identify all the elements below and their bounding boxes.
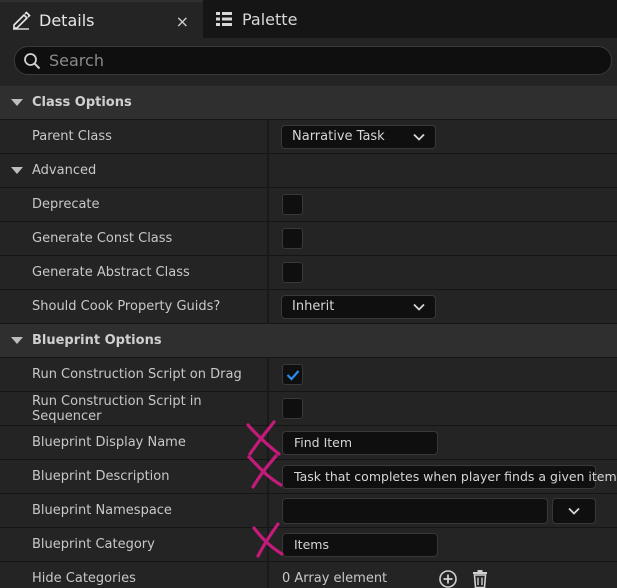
subcategory-label: Advanced (32, 163, 97, 178)
search-icon (24, 52, 41, 69)
property-blueprint-category: Blueprint Category Items (0, 528, 617, 562)
expand-arrow-icon[interactable] (11, 337, 23, 344)
property-should-cook-property-guids: Should Cook Property Guids? Inherit (0, 290, 617, 324)
chevron-down-icon (413, 303, 425, 311)
tab-palette[interactable]: Palette (212, 0, 342, 38)
category-blueprint-options[interactable]: Blueprint Options (0, 324, 617, 358)
property-blueprint-description: Blueprint Description Task that complete… (0, 460, 617, 494)
property-blueprint-namespace: Blueprint Namespace (0, 494, 617, 528)
details-panel: Class Options Parent Class Narrative Tas… (0, 86, 617, 588)
close-icon[interactable]: × (176, 12, 189, 31)
property-label: Should Cook Property Guids? (32, 299, 221, 314)
property-deprecate: Deprecate (0, 188, 617, 222)
run-construction-script-on-drag-checkbox[interactable] (282, 364, 303, 385)
expand-arrow-icon[interactable] (11, 99, 23, 106)
blueprint-display-name-input[interactable]: Find Item (282, 430, 438, 455)
property-hide-categories: Hide Categories 0 Array element (0, 562, 617, 588)
tab-palette-label: Palette (242, 9, 298, 29)
chevron-down-icon (568, 507, 580, 515)
blueprint-description-input[interactable]: Task that completes when player finds a … (282, 464, 617, 489)
checkmark-icon (286, 369, 299, 381)
category-label: Blueprint Options (32, 333, 162, 348)
property-run-construction-script-on-drag: Run Construction Script on Drag (0, 358, 617, 392)
property-generate-const-class: Generate Const Class (0, 222, 617, 256)
input-value: Find Item (294, 435, 353, 450)
should-cook-property-guids-dropdown[interactable]: Inherit (281, 294, 436, 319)
blueprint-category-input[interactable]: Items (282, 532, 438, 557)
tab-bar: Details × Palette (0, 0, 617, 38)
search-placeholder: Search (49, 51, 104, 70)
generate-abstract-class-checkbox[interactable] (282, 262, 303, 283)
blueprint-namespace-input[interactable] (282, 497, 548, 524)
property-label: Blueprint Description (32, 469, 170, 484)
property-label: Hide Categories (32, 571, 136, 586)
property-label: Parent Class (32, 129, 112, 144)
property-label: Generate Abstract Class (32, 265, 190, 280)
trash-icon[interactable] (470, 569, 490, 588)
deprecate-checkbox[interactable] (282, 194, 303, 215)
run-construction-script-in-sequencer-checkbox[interactable] (282, 398, 303, 419)
property-parent-class: Parent Class Narrative Task (0, 120, 617, 154)
category-label: Class Options (32, 95, 132, 110)
property-generate-abstract-class: Generate Abstract Class (0, 256, 617, 290)
property-blueprint-display-name: Blueprint Display Name Find Item (0, 426, 617, 460)
pencil-icon (13, 11, 31, 30)
array-count: 0 Array element (282, 571, 388, 586)
parent-class-dropdown[interactable]: Narrative Task (281, 124, 436, 149)
generate-const-class-checkbox[interactable] (282, 228, 303, 249)
category-class-options[interactable]: Class Options (0, 86, 617, 120)
input-value: Task that completes when player finds a … (294, 469, 617, 484)
expand-arrow-icon[interactable] (11, 167, 23, 174)
input-value: Items (294, 537, 329, 552)
search-area: Search (0, 38, 617, 86)
palette-list-icon (216, 12, 232, 26)
property-label: Generate Const Class (32, 231, 173, 246)
property-label: Blueprint Namespace (32, 503, 172, 518)
subcategory-advanced[interactable]: Advanced (0, 154, 617, 188)
property-label: Blueprint Category (32, 537, 155, 552)
add-element-icon[interactable] (438, 569, 458, 588)
search-input[interactable]: Search (14, 46, 612, 75)
property-label: Run Construction Script on Drag (32, 367, 242, 382)
property-run-construction-script-in-sequencer: Run Construction Script in Sequencer (0, 392, 617, 426)
dropdown-value: Narrative Task (292, 129, 385, 144)
namespace-dropdown-button[interactable] (552, 497, 596, 524)
property-label: Blueprint Display Name (32, 435, 186, 450)
chevron-down-icon (413, 133, 425, 141)
property-label: Run Construction Script in Sequencer (32, 393, 202, 424)
dropdown-value: Inherit (292, 299, 335, 314)
property-label: Deprecate (32, 197, 100, 212)
tab-details-label: Details (39, 10, 95, 30)
tab-details[interactable]: Details × (0, 0, 203, 38)
